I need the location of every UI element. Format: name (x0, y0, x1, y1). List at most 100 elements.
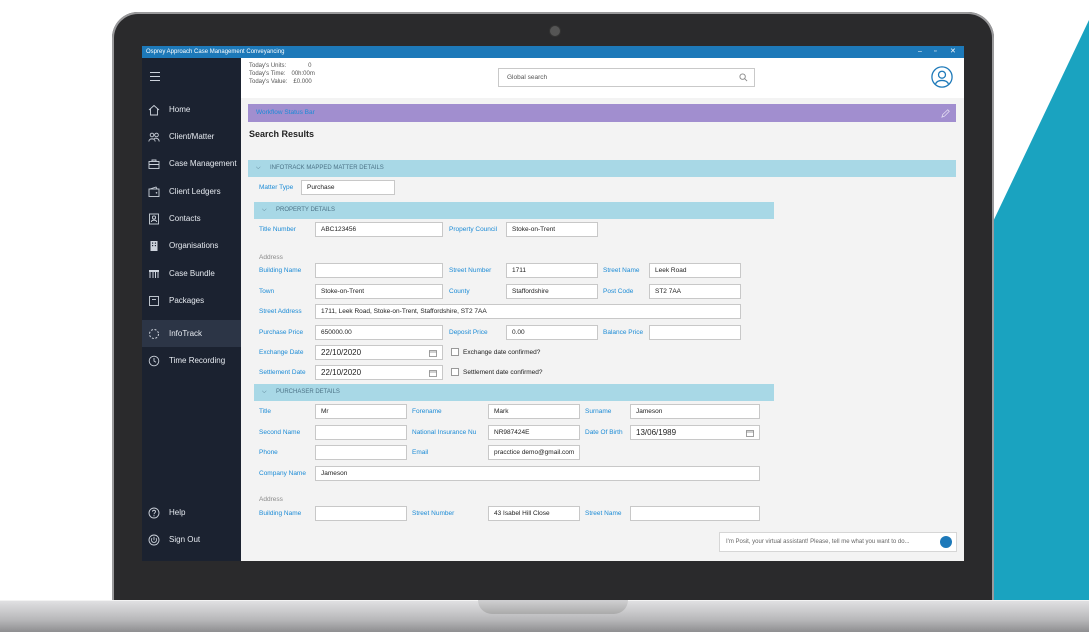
sidebar-item-packages[interactable]: Packages (142, 287, 241, 314)
deposit-price-label: Deposit Price (449, 329, 488, 336)
exchange-date-value: 22/10/2020 (321, 348, 362, 357)
title-number-field[interactable]: ABC123456 (315, 222, 443, 237)
street-name-field[interactable]: Leek Road (649, 263, 741, 278)
sidebar-item-client-ledgers[interactable]: Client Ledgers (142, 178, 241, 205)
deposit-price-field[interactable]: 0.00 (506, 325, 598, 340)
calendar-icon[interactable] (746, 428, 754, 439)
menu-icon[interactable] (150, 72, 160, 84)
sidebar-item-label: Packages (169, 296, 205, 305)
title-number-label: Title Number (259, 226, 296, 233)
minimize-button[interactable]: – (918, 46, 922, 58)
purchaser-section-header[interactable]: ⌵ PURCHASER DETAILS (254, 384, 774, 401)
sidebar-item-infotrack[interactable]: InfoTrack (142, 320, 241, 347)
laptop-notch (478, 600, 628, 614)
matter-type-label: Matter Type (259, 184, 294, 191)
national-insurance-field[interactable]: NR987424E (488, 425, 580, 440)
virtual-assistant-input[interactable]: I'm Posit, your virtual assistant! Pleas… (719, 532, 957, 552)
town-label: Town (259, 288, 275, 295)
balance-price-label: Balance Price (603, 329, 644, 336)
search-input[interactable]: Global search (498, 68, 755, 87)
address-label: Address (259, 496, 283, 503)
phone-field[interactable] (315, 445, 407, 460)
settlement-confirmed-checkbox[interactable] (451, 368, 459, 376)
workflow-status-bar[interactable]: Workflow Status Bar (248, 104, 956, 122)
wallet-icon (147, 185, 161, 199)
matter-type-field[interactable]: Purchase (301, 180, 395, 195)
top-bar: Today's Units: 0 Today's Time: 00h:00m Tod… (241, 58, 964, 98)
bundle-icon (147, 267, 161, 281)
search-icon[interactable] (739, 72, 748, 89)
sidebar-item-case-bundle[interactable]: Case Bundle (142, 260, 241, 287)
surname-field[interactable]: Jameson (630, 404, 760, 419)
units-label: Today's Units: (249, 63, 287, 69)
sidebar-item-help[interactable]: Help (142, 499, 241, 526)
company-name-field[interactable]: Jameson (315, 466, 760, 481)
exchange-confirmed-label: Exchange date confirmed? (463, 349, 541, 356)
building-icon (147, 239, 161, 253)
title-bar: Osprey Approach Case Management Conveyan… (142, 46, 964, 58)
value-value: £0.000 (293, 79, 312, 85)
national-insurance-label: National Insurance Nu (412, 429, 477, 436)
street-name-field[interactable] (630, 506, 760, 521)
section-title: PROPERTY DETAILS (276, 207, 336, 213)
settlement-date-label: Settlement Date (259, 369, 306, 376)
town-field[interactable]: Stoke-on-Trent (315, 284, 443, 299)
post-code-field[interactable]: ST2 7AA (649, 284, 741, 299)
sidebar-item-label: Time Recording (169, 356, 226, 365)
edit-pencil-icon[interactable] (941, 108, 950, 126)
sidebar-item-label: Case Bundle (169, 269, 215, 278)
email-field[interactable]: pracctice demo@gmail.com (488, 445, 580, 460)
user-avatar-icon[interactable] (931, 66, 953, 88)
street-number-field[interactable]: 43 Isabel Hill Close (488, 506, 580, 521)
sidebar-item-home[interactable]: Home (142, 96, 241, 123)
property-council-field[interactable]: Stoke-on-Trent (506, 222, 598, 237)
post-code-label: Post Code (603, 288, 634, 295)
forename-label: Forename (412, 408, 442, 415)
help-icon (147, 506, 161, 520)
exchange-date-picker[interactable]: 22/10/2020 (315, 345, 443, 360)
sidebar-item-contacts[interactable]: Contacts (142, 205, 241, 232)
purchase-price-label: Purchase Price (259, 329, 304, 336)
exchange-confirmed-checkbox[interactable] (451, 348, 459, 356)
chevron-down-icon: ⌵ (256, 165, 261, 171)
building-name-field[interactable] (315, 263, 443, 278)
property-section-header[interactable]: ⌵ PROPERTY DETAILS (254, 202, 774, 219)
calendar-icon[interactable] (429, 348, 437, 359)
page-title: Search Results (249, 129, 315, 139)
sidebar-item-case-management[interactable]: Case Management (142, 150, 241, 177)
sidebar-item-sign-out[interactable]: Sign Out (142, 526, 241, 553)
sidebar-item-label: Case Management (169, 159, 237, 168)
value-label: Today's Value: (249, 79, 288, 85)
close-button[interactable]: ✕ (950, 46, 956, 58)
sidebar-item-time-recording[interactable]: Time Recording (142, 347, 241, 374)
street-address-label: Street Address (259, 308, 302, 315)
users-icon (147, 130, 161, 144)
street-number-label: Street Number (412, 510, 455, 517)
sidebar-item-label: Organisations (169, 241, 219, 250)
sidebar-item-organisations[interactable]: Organisations (142, 232, 241, 259)
settlement-date-picker[interactable]: 22/10/2020 (315, 365, 443, 380)
assistant-icon[interactable] (940, 536, 952, 548)
building-name-field[interactable] (315, 506, 407, 521)
county-label: County (449, 288, 470, 295)
sidebar-item-label: Sign Out (169, 535, 201, 544)
forename-field[interactable]: Mark (488, 404, 580, 419)
purchase-price-field[interactable]: 650000.00 (315, 325, 443, 340)
property-council-label: Property Council (449, 226, 498, 233)
county-field[interactable]: Staffordshire (506, 284, 598, 299)
title-label: Title (259, 408, 272, 415)
calendar-icon[interactable] (429, 368, 437, 379)
street-address-field[interactable]: 1711, Leek Road, Stoke-on-Trent, Staffor… (315, 304, 741, 319)
search-placeholder: Global search (507, 74, 548, 81)
infotrack-icon (147, 327, 161, 341)
surname-label: Surname (585, 408, 612, 415)
settlement-confirmed-label: Settlement date confirmed? (463, 369, 543, 376)
date-of-birth-picker[interactable]: 13/06/1989 (630, 425, 760, 440)
infotrack-section-header[interactable]: ⌵ INFOTRACK MAPPED MATTER DETAILS (248, 160, 956, 177)
title-field[interactable]: Mr (315, 404, 407, 419)
sidebar-item-client-matter[interactable]: Client/Matter (142, 123, 241, 150)
balance-price-field[interactable] (649, 325, 741, 340)
second-name-field[interactable] (315, 425, 407, 440)
maximize-button[interactable]: ▫ (934, 46, 936, 58)
street-number-field[interactable]: 1711 (506, 263, 598, 278)
